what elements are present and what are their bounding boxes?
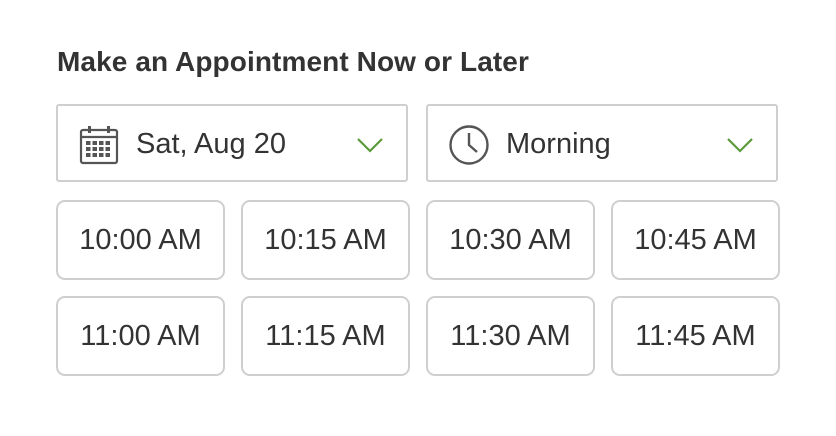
time-slot-button[interactable]: 10:15 AM bbox=[241, 200, 410, 280]
clock-icon bbox=[449, 125, 489, 165]
page-title: Make an Appointment Now or Later bbox=[57, 46, 529, 77]
chevron-down-icon bbox=[357, 138, 383, 153]
calendar-icon bbox=[79, 126, 119, 165]
date-select[interactable]: Sat, Aug 20 bbox=[56, 104, 408, 182]
time-slot-button[interactable]: 11:15 AM bbox=[241, 296, 410, 376]
time-slot-button[interactable]: 10:45 AM bbox=[611, 200, 780, 280]
date-select-value: Sat, Aug 20 bbox=[136, 128, 286, 160]
time-slot-button[interactable]: 10:30 AM bbox=[426, 200, 595, 280]
chevron-down-icon bbox=[727, 138, 753, 153]
time-slot-button[interactable]: 11:00 AM bbox=[56, 296, 225, 376]
time-slot-button[interactable]: 10:00 AM bbox=[56, 200, 225, 280]
time-slot-button[interactable]: 11:45 AM bbox=[611, 296, 780, 376]
time-period-select-value: Morning bbox=[506, 128, 611, 160]
time-period-select[interactable]: Morning bbox=[426, 104, 778, 182]
time-slot-button[interactable]: 11:30 AM bbox=[426, 296, 595, 376]
